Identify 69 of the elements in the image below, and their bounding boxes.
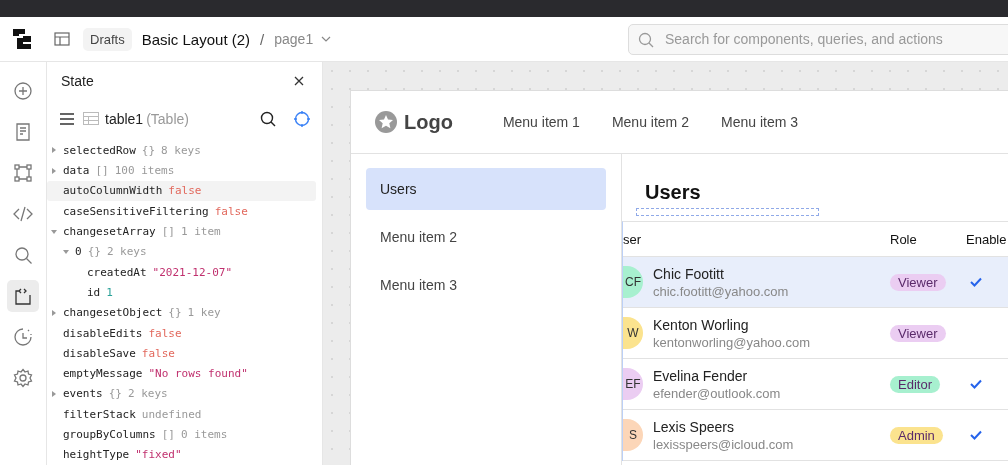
tree-row[interactable]: createdAt "2021-12-07" [47,262,316,283]
tree-row[interactable]: 0 {} 2 keys [47,241,316,263]
nav-item[interactable]: Menu item 3 [366,264,606,306]
column-header[interactable]: Enable [966,231,1008,247]
tree-row[interactable]: filterStack undefined [47,404,316,425]
menu-item[interactable]: Menu item 3 [720,114,798,130]
page-name[interactable]: page1 [274,31,314,47]
user-email: chic.footitt@yahoo.com [653,283,789,299]
user-name: Kenton Worling [653,316,750,333]
menu-item[interactable]: Menu item 1 [502,114,580,130]
search-field[interactable]: Search for components, queries, and actions [628,23,1008,55]
collapsed-caret-icon[interactable] [51,390,57,397]
menu-icon[interactable] [60,112,74,125]
search-icon [638,31,654,48]
collapsed-caret-icon[interactable] [51,147,57,154]
tree-row[interactable]: events {} 2 keys [47,383,316,405]
tree-row[interactable]: emptyMessage "No rows found" [47,363,316,384]
tree-row[interactable]: changesetArray [] 1 item [47,221,316,242]
tree-row[interactable]: heightType "fixed" [47,444,316,465]
tree-row[interactable]: changesetObject {} 1 key [47,302,316,323]
avatar: CF [623,266,643,298]
tree-row[interactable]: disableEdits false [47,322,316,344]
menu-item[interactable]: Menu item 2 [611,114,689,130]
tree-row[interactable]: data [] 100 items [47,160,316,181]
avatar: S [623,419,643,451]
avatar: W [623,317,643,349]
column-header[interactable]: Role [890,231,966,247]
tree-row[interactable]: autoColumnWidth false [47,180,316,202]
table-row[interactable]: W Kenton Worling kentonworling@yahoo.com Viewer [623,308,1008,359]
app-name[interactable]: Basic Layout (2) [141,30,251,48]
tree-row[interactable]: selectedRow {} 8 keys [47,140,316,161]
component-type: (Table) [146,110,189,127]
panel-title: State [61,73,94,90]
table-icon [83,112,99,126]
role-tag: Viewer [890,325,946,342]
tree-row[interactable]: groupByColumns [] 0 items [47,424,316,445]
expanded-caret-icon[interactable] [63,248,69,255]
breadcrumb-separator: / [260,30,265,48]
role-tag: Viewer [890,274,946,291]
logo-text: Logo [404,110,453,134]
role-tag: Admin [890,427,943,444]
component-name[interactable]: table1 [105,110,144,127]
user-name: Lexis Speers [653,418,735,435]
user-email: lexisspeers@icloud.com [653,436,794,452]
avatar: EF [623,368,643,400]
role-tag: Editor [890,376,940,393]
tree-row[interactable]: id 1 [47,282,316,303]
nav-item[interactable]: Menu item 2 [366,216,606,258]
close-icon[interactable] [294,76,304,87]
chevron-down-icon[interactable] [321,36,332,42]
code-bracket-icon[interactable] [7,280,39,312]
expanded-caret-icon[interactable] [51,228,57,235]
crosshair-icon[interactable] [294,110,310,127]
user-name: Evelina Fender [653,367,749,384]
table-row[interactable]: S Lexis Speers lexisspeers@icloud.com Admin [623,410,1008,461]
nav-item[interactable]: Users [366,168,606,210]
search-icon[interactable] [260,110,276,127]
page-title: Users [644,180,702,204]
tree-row[interactable]: disableSave false [47,343,316,364]
star-logo-icon [375,111,397,133]
user-name: Chic Footitt [653,265,725,282]
column-header[interactable]: ser [623,231,890,247]
collapsed-caret-icon[interactable] [51,167,57,174]
folder-badge[interactable]: Drafts [83,27,132,51]
user-email: efender@outlook.com [653,385,781,401]
collapsed-caret-icon[interactable] [51,309,57,316]
tree-row[interactable]: caseSensitiveFiltering false [47,201,316,222]
user-email: kentonworling@yahoo.com [653,334,810,350]
layout-icon[interactable] [54,31,70,47]
